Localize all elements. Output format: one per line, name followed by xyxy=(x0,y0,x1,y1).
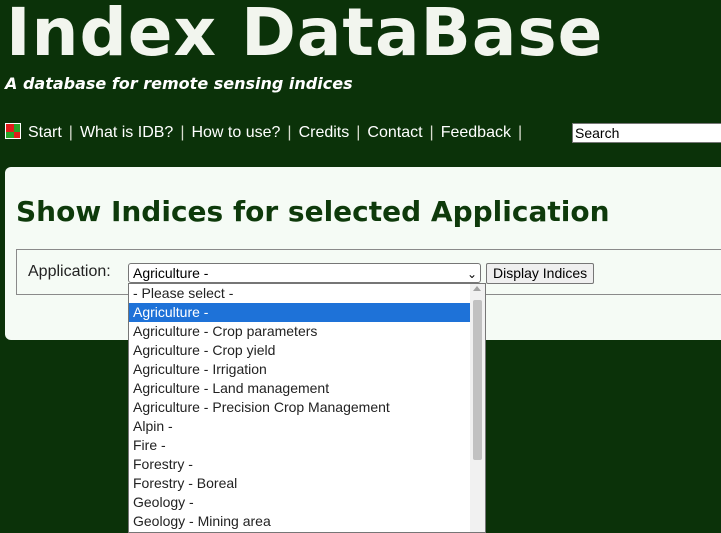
nav-feedback[interactable]: Feedback xyxy=(441,124,511,142)
top-nav: Start | What is IDB? | How to use? | Cre… xyxy=(5,122,529,144)
nav-separator: | xyxy=(180,124,185,141)
dropdown-option[interactable]: Agriculture - Irrigation xyxy=(129,360,470,379)
scroll-up-icon[interactable] xyxy=(473,286,481,291)
dropdown-option[interactable]: Geology - Mining area xyxy=(129,512,470,531)
nav-separator: | xyxy=(287,124,292,141)
nav-separator: | xyxy=(68,124,73,141)
dropdown-option[interactable]: Alpin - xyxy=(129,417,470,436)
nav-separator: | xyxy=(356,124,361,141)
dropdown-option-selected[interactable]: Agriculture - xyxy=(129,303,470,322)
application-select[interactable]: Agriculture - ⌄ xyxy=(128,263,481,283)
dropdown-option[interactable]: Agriculture - Precision Crop Management xyxy=(129,398,470,417)
dropdown-option[interactable]: Agriculture - Crop parameters xyxy=(129,322,470,341)
start-icon[interactable] xyxy=(5,123,21,139)
dropdown-option[interactable]: Fire - xyxy=(129,436,470,455)
nav-credits[interactable]: Credits xyxy=(299,124,350,142)
application-select-value: Agriculture - xyxy=(133,265,209,281)
scroll-thumb[interactable] xyxy=(473,300,482,460)
dropdown-option[interactable]: Forestry - xyxy=(129,455,470,474)
page-title: Show Indices for selected Application xyxy=(16,195,610,228)
dropdown-option[interactable]: Agriculture - Crop yield xyxy=(129,341,470,360)
nav-start[interactable]: Start xyxy=(28,124,62,142)
dropdown-option[interactable]: Agriculture - Land management xyxy=(129,379,470,398)
application-dropdown-list[interactable]: - Please select - Agriculture - Agricult… xyxy=(128,283,486,533)
dropdown-option[interactable]: Forestry - Boreal xyxy=(129,474,470,493)
search-input[interactable] xyxy=(572,123,721,143)
site-subtitle: A database for remote sensing indices xyxy=(5,74,353,93)
chevron-down-icon: ⌄ xyxy=(466,267,477,281)
site-title: Index DataBase xyxy=(6,0,604,71)
nav-separator: | xyxy=(517,124,523,141)
nav-contact[interactable]: Contact xyxy=(367,124,422,142)
nav-how-to-use[interactable]: How to use? xyxy=(191,124,280,142)
nav-separator: | xyxy=(429,124,434,141)
application-label: Application: xyxy=(28,263,111,280)
dropdown-option[interactable]: Geology - xyxy=(129,493,470,512)
dropdown-scrollbar[interactable] xyxy=(470,284,485,532)
dropdown-option[interactable]: - Please select - xyxy=(129,284,470,303)
nav-what-is-idb[interactable]: What is IDB? xyxy=(80,124,173,142)
display-indices-button[interactable]: Display Indices xyxy=(486,263,595,284)
